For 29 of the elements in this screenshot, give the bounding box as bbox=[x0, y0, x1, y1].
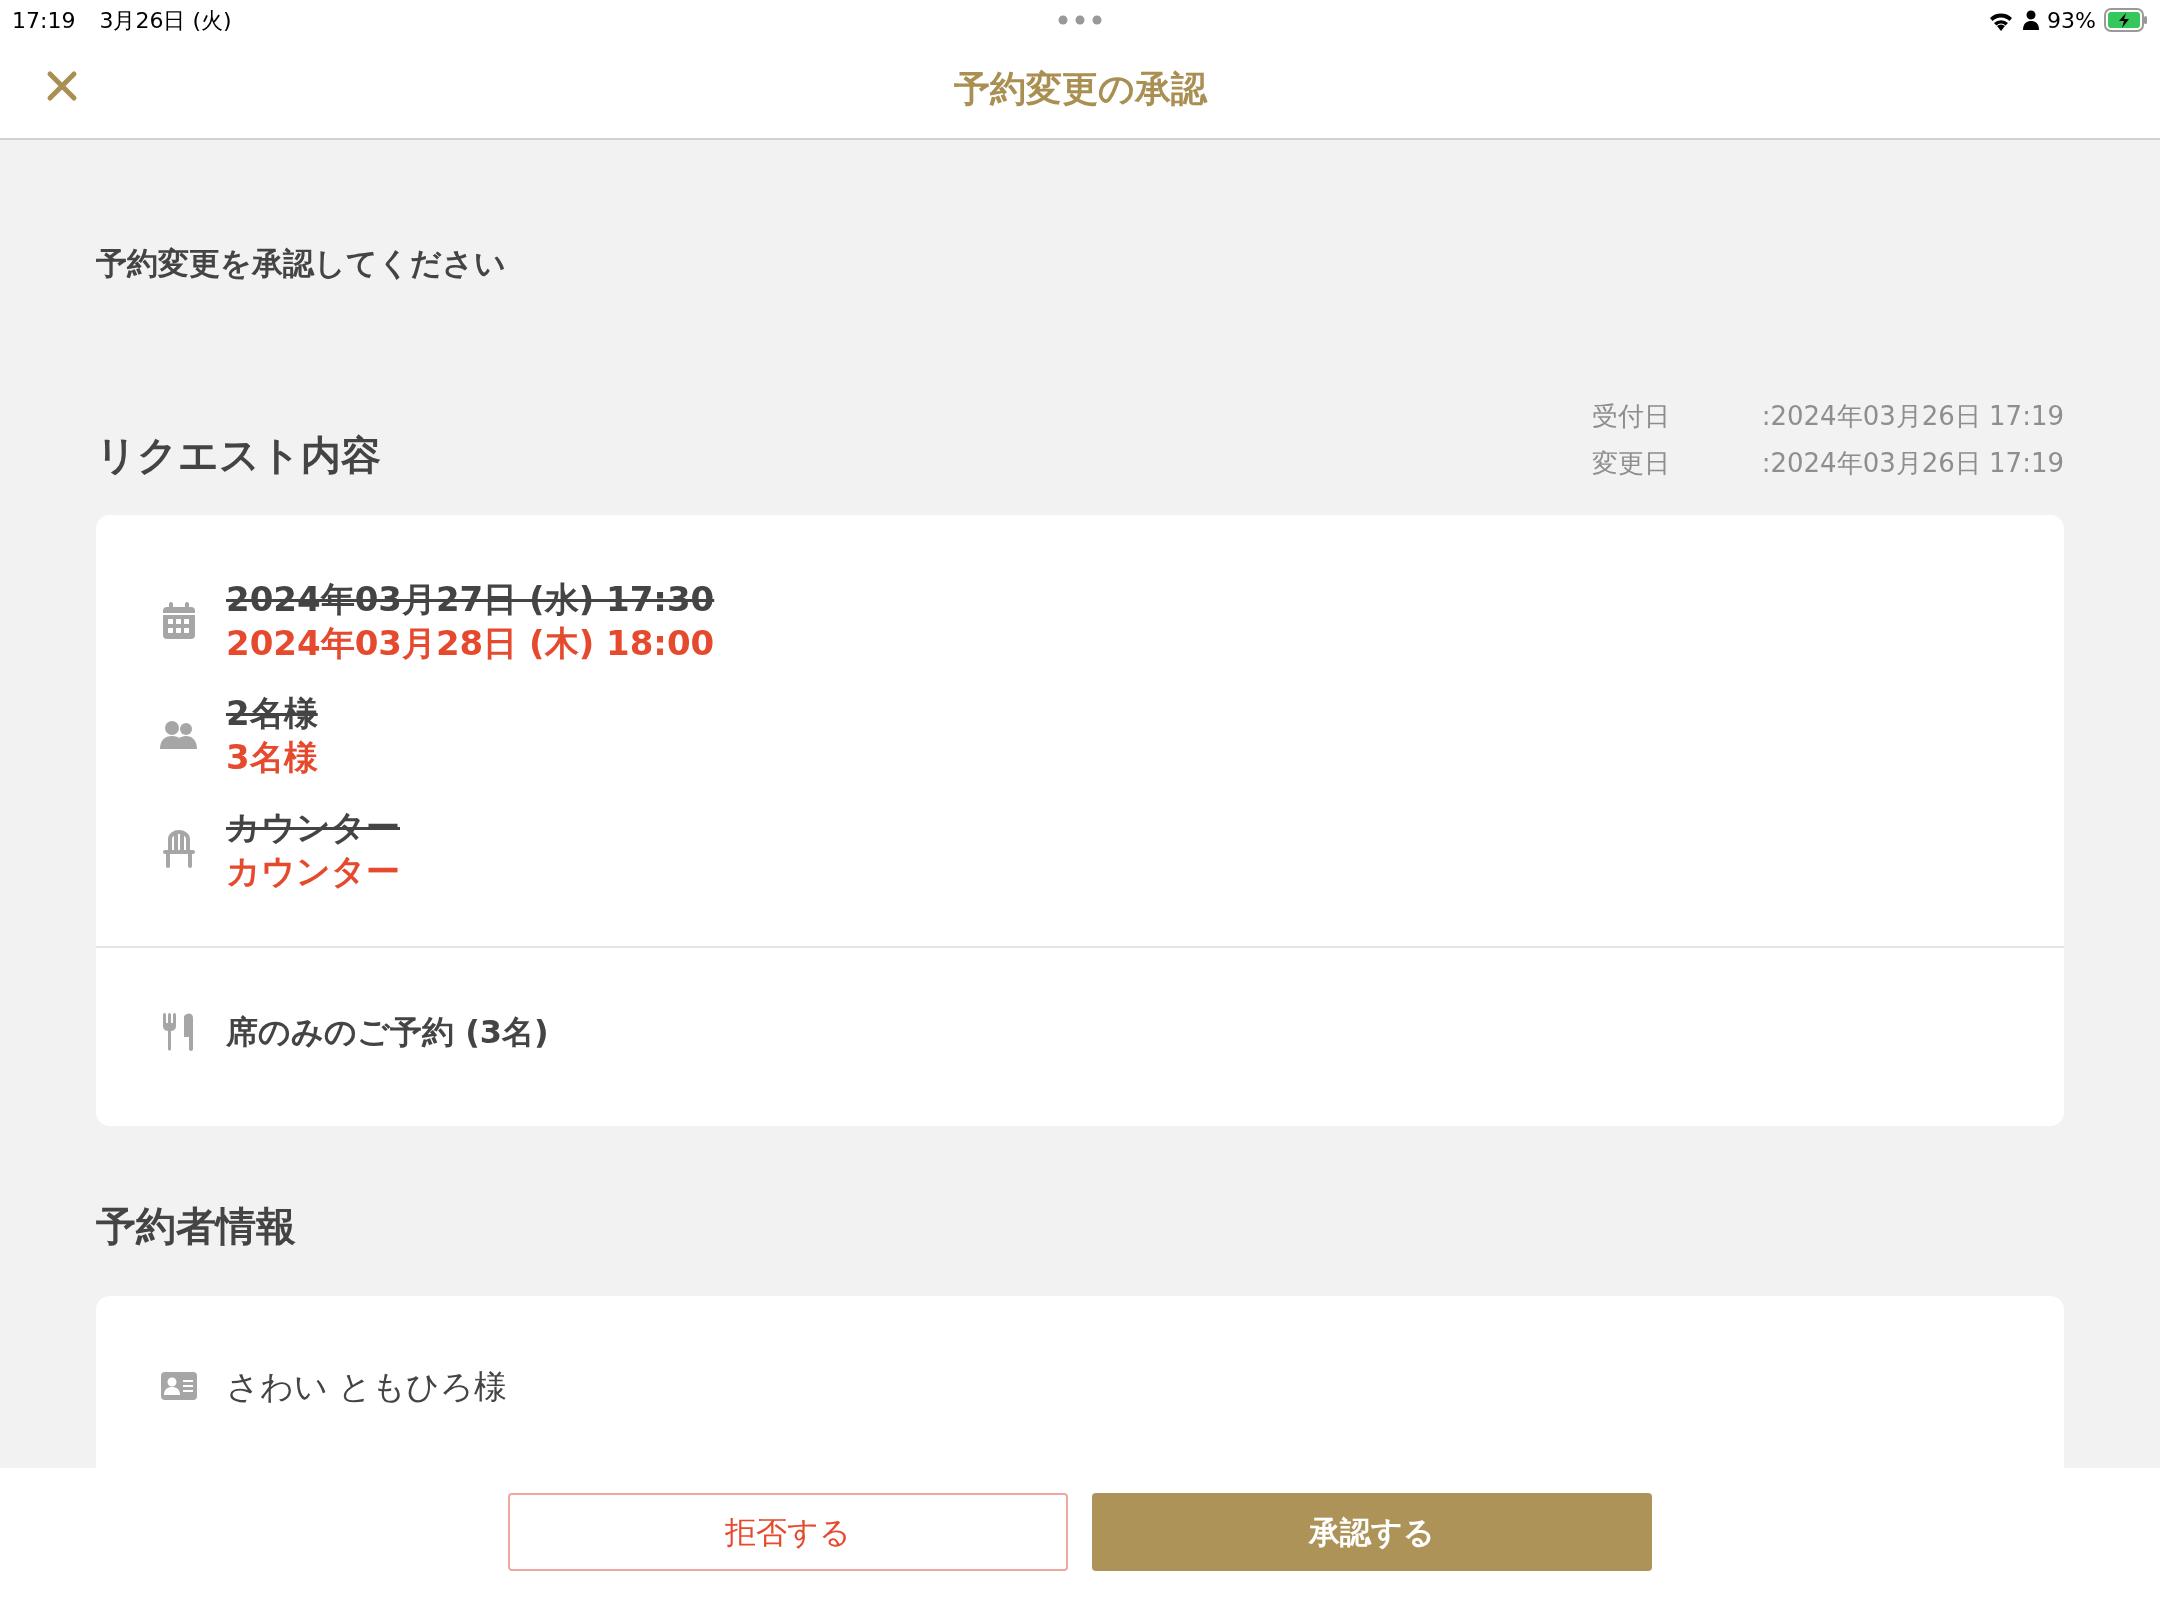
meta-label: 受付日 bbox=[1591, 399, 1671, 433]
previous-value: 2024年03月27日 (水) 17:30 bbox=[226, 577, 715, 621]
id-card-icon bbox=[161, 1372, 197, 1401]
page-title: 予約変更の承認 bbox=[953, 67, 1207, 111]
section-heading: リクエスト内容 bbox=[96, 430, 381, 480]
meta-value: :2024年03月26日 17:19 bbox=[1761, 446, 2064, 480]
fork-knife-icon bbox=[162, 1012, 196, 1051]
people-icon bbox=[160, 720, 198, 751]
battery-icon bbox=[2104, 8, 2148, 32]
more-dots-icon bbox=[1058, 15, 1102, 25]
approve-button[interactable]: 承認する bbox=[1092, 1493, 1652, 1571]
reject-button[interactable]: 拒否する bbox=[508, 1493, 1068, 1571]
instruction-text: 予約変更を承認してください bbox=[96, 244, 507, 283]
meta-value: :2024年03月26日 17:19 bbox=[1761, 399, 2064, 433]
new-value: カウンター bbox=[226, 850, 400, 894]
course-text: 席のみのご予約 (3名) bbox=[226, 1011, 549, 1053]
section-heading: 予約者情報 bbox=[96, 1201, 297, 1251]
status-time: 17:19 bbox=[12, 6, 76, 35]
previous-value: 2名様 bbox=[226, 691, 318, 735]
person-icon bbox=[2023, 10, 2040, 30]
chair-icon bbox=[163, 830, 195, 869]
new-value: 3名様 bbox=[226, 736, 318, 780]
battery-percent: 93% bbox=[2047, 6, 2096, 35]
status-date: 3月26日 (火) bbox=[99, 6, 232, 35]
new-value: 2024年03月28日 (木) 18:00 bbox=[226, 621, 715, 665]
previous-value: カウンター bbox=[226, 806, 400, 850]
meta-label: 変更日 bbox=[1591, 446, 1671, 480]
calendar-icon bbox=[162, 601, 196, 640]
guest-name: さわい ともひろ様 bbox=[226, 1365, 508, 1408]
